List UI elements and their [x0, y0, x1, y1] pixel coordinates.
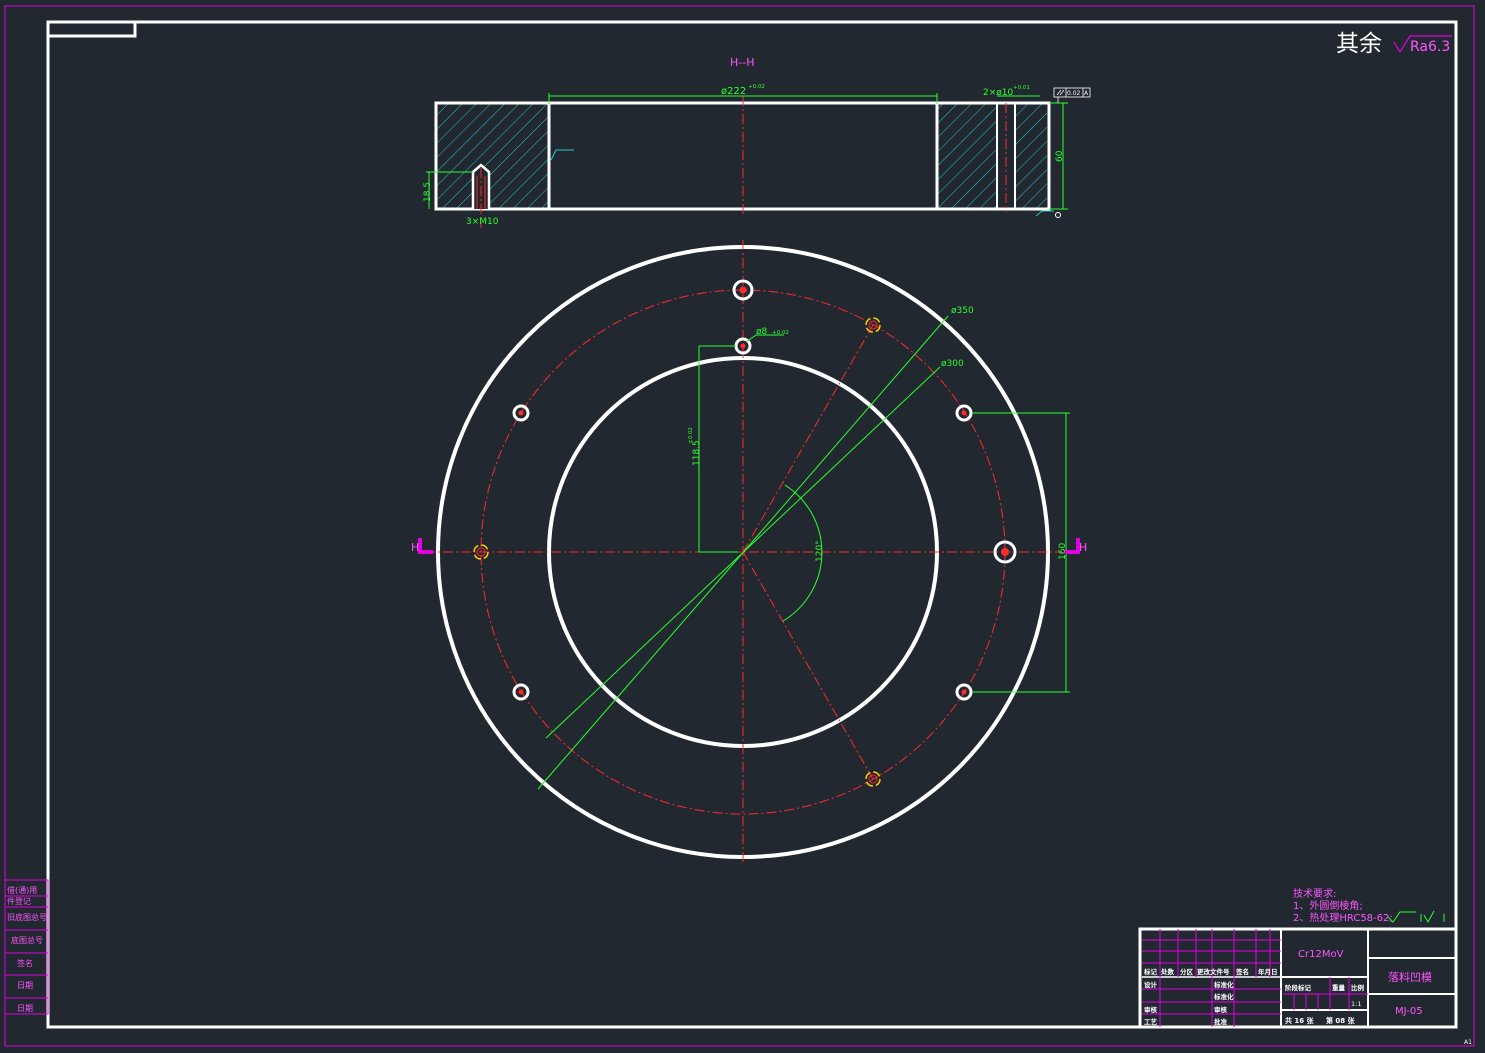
dim-angle: 120° [815, 540, 825, 562]
material: Cr12MoV [1298, 949, 1344, 960]
sig-review: 审核 [1144, 1005, 1158, 1014]
dim-bolt-circle: ø300 [941, 359, 964, 369]
section-view: ø222 +0.02 2×ø10 +0.01 60 0.02 A 18.5 3×… [423, 84, 1091, 228]
dim-pin-hole-tol: +0.02 [772, 330, 789, 336]
sig-approve: 批准 [1214, 1017, 1228, 1026]
sig-role-0: 标准化 [1213, 992, 1234, 1001]
hole-lower-left [512, 683, 530, 701]
row-header-2: 分区 [1180, 967, 1194, 976]
dim-outer-circle: ø350 [951, 306, 974, 316]
stage-header-1: 重量 [1332, 983, 1346, 992]
row-header-1: 处数 [1160, 967, 1175, 976]
tech-requirements: 技术要求: 1、外圆倒棱角; 2、热处理HRC58-62; [1293, 887, 1445, 924]
sig-role-1: 审核 [1214, 1005, 1228, 1014]
sig-design: 设计 [1144, 980, 1158, 989]
hatch-right-a [938, 104, 996, 208]
side-label-3: 底图总号 [11, 935, 43, 945]
plan-view: ø350 ø300 ø8 +0.02 118.5 ±0.02 120° 160 … [411, 240, 1087, 865]
part-name: 落料凹模 [1388, 970, 1432, 984]
drawing-border [46, 20, 1458, 1029]
dim-holes-top-tol: +0.01 [1013, 85, 1030, 91]
trim-frame [4, 5, 1475, 1047]
hole-upper-left [512, 404, 530, 422]
cad-drawing: 其余 Ra6.3 H--H ø222 +0.02 2×ø10 +0.01 60 … [4, 5, 1475, 1047]
side-label-6: 日期 [17, 1004, 33, 1013]
roughness-value: Ra6.3 [1410, 39, 1450, 55]
hatch-left [437, 104, 548, 208]
drawing-number: MJ-05 [1395, 1006, 1423, 1017]
view-marker-right: H [1079, 541, 1087, 554]
side-label-1: 件登记 [7, 896, 31, 906]
side-label-2: 旧底图总号 [7, 912, 47, 922]
side-label-0: 借(通)用 [7, 885, 37, 895]
scale: 1:1 [1351, 1000, 1361, 1008]
roughness-note: 其余 [1336, 31, 1382, 57]
row-header-3: 更改文件号 [1197, 967, 1230, 976]
view-marker-left: H [411, 541, 419, 554]
dim-thickness: 60 [1055, 150, 1065, 162]
hole-lower-right [955, 683, 973, 701]
hatch-right-b [1016, 104, 1047, 208]
flatness-value: 0.02 [1067, 90, 1081, 97]
datum-ref: A [1084, 90, 1089, 97]
row-header-0: 标记 [1143, 967, 1158, 976]
datum-symbol [1055, 212, 1061, 218]
sig-process: 工艺 [1144, 1017, 1158, 1026]
stage-header-0: 阶段标记 [1285, 983, 1312, 992]
sig-standard: 标准化 [1213, 980, 1234, 989]
stage-header-2: 比例 [1351, 983, 1365, 992]
tech-item-1: 1、外圆倒棱角; [1293, 899, 1363, 912]
dim-thread-depth: 18.5 [423, 182, 433, 202]
dim-bore: ø222 [721, 86, 746, 97]
sheet-index: 第 08 张 [1326, 1016, 1356, 1025]
tech-heading: 技术要求: [1293, 887, 1336, 900]
row-header-5: 年月日 [1258, 967, 1278, 976]
title-block: 标记 处数 分区 更改文件号 签名 年月日 设计 标准化 审核 工艺 批准 标准… [1138, 927, 1458, 1029]
side-label-5: 日期 [17, 981, 33, 990]
hole-upper-right [955, 404, 973, 422]
corner-tab [46, 20, 137, 38]
corner-mark: A1 [1464, 1039, 1472, 1046]
tech-item-2: 2、热处理HRC58-62; [1293, 911, 1393, 924]
row-header-4: 签名 [1235, 967, 1249, 976]
dim-pin-hole: ø8 [756, 327, 768, 337]
dim-offset-tol: ±0.02 [688, 427, 694, 444]
dim-bore-tol: +0.02 [748, 84, 765, 90]
sheet-total: 共 16 张 [1285, 1016, 1315, 1025]
section-label: H--H [730, 56, 754, 69]
dim-thread: 3×M10 [466, 217, 499, 227]
side-block: 借(通)用 件登记 旧底图总号 底图总号 签名 日期 日期 [4, 879, 49, 1015]
side-label-4: 签名 [17, 958, 33, 968]
view-arrow-left [418, 538, 433, 554]
